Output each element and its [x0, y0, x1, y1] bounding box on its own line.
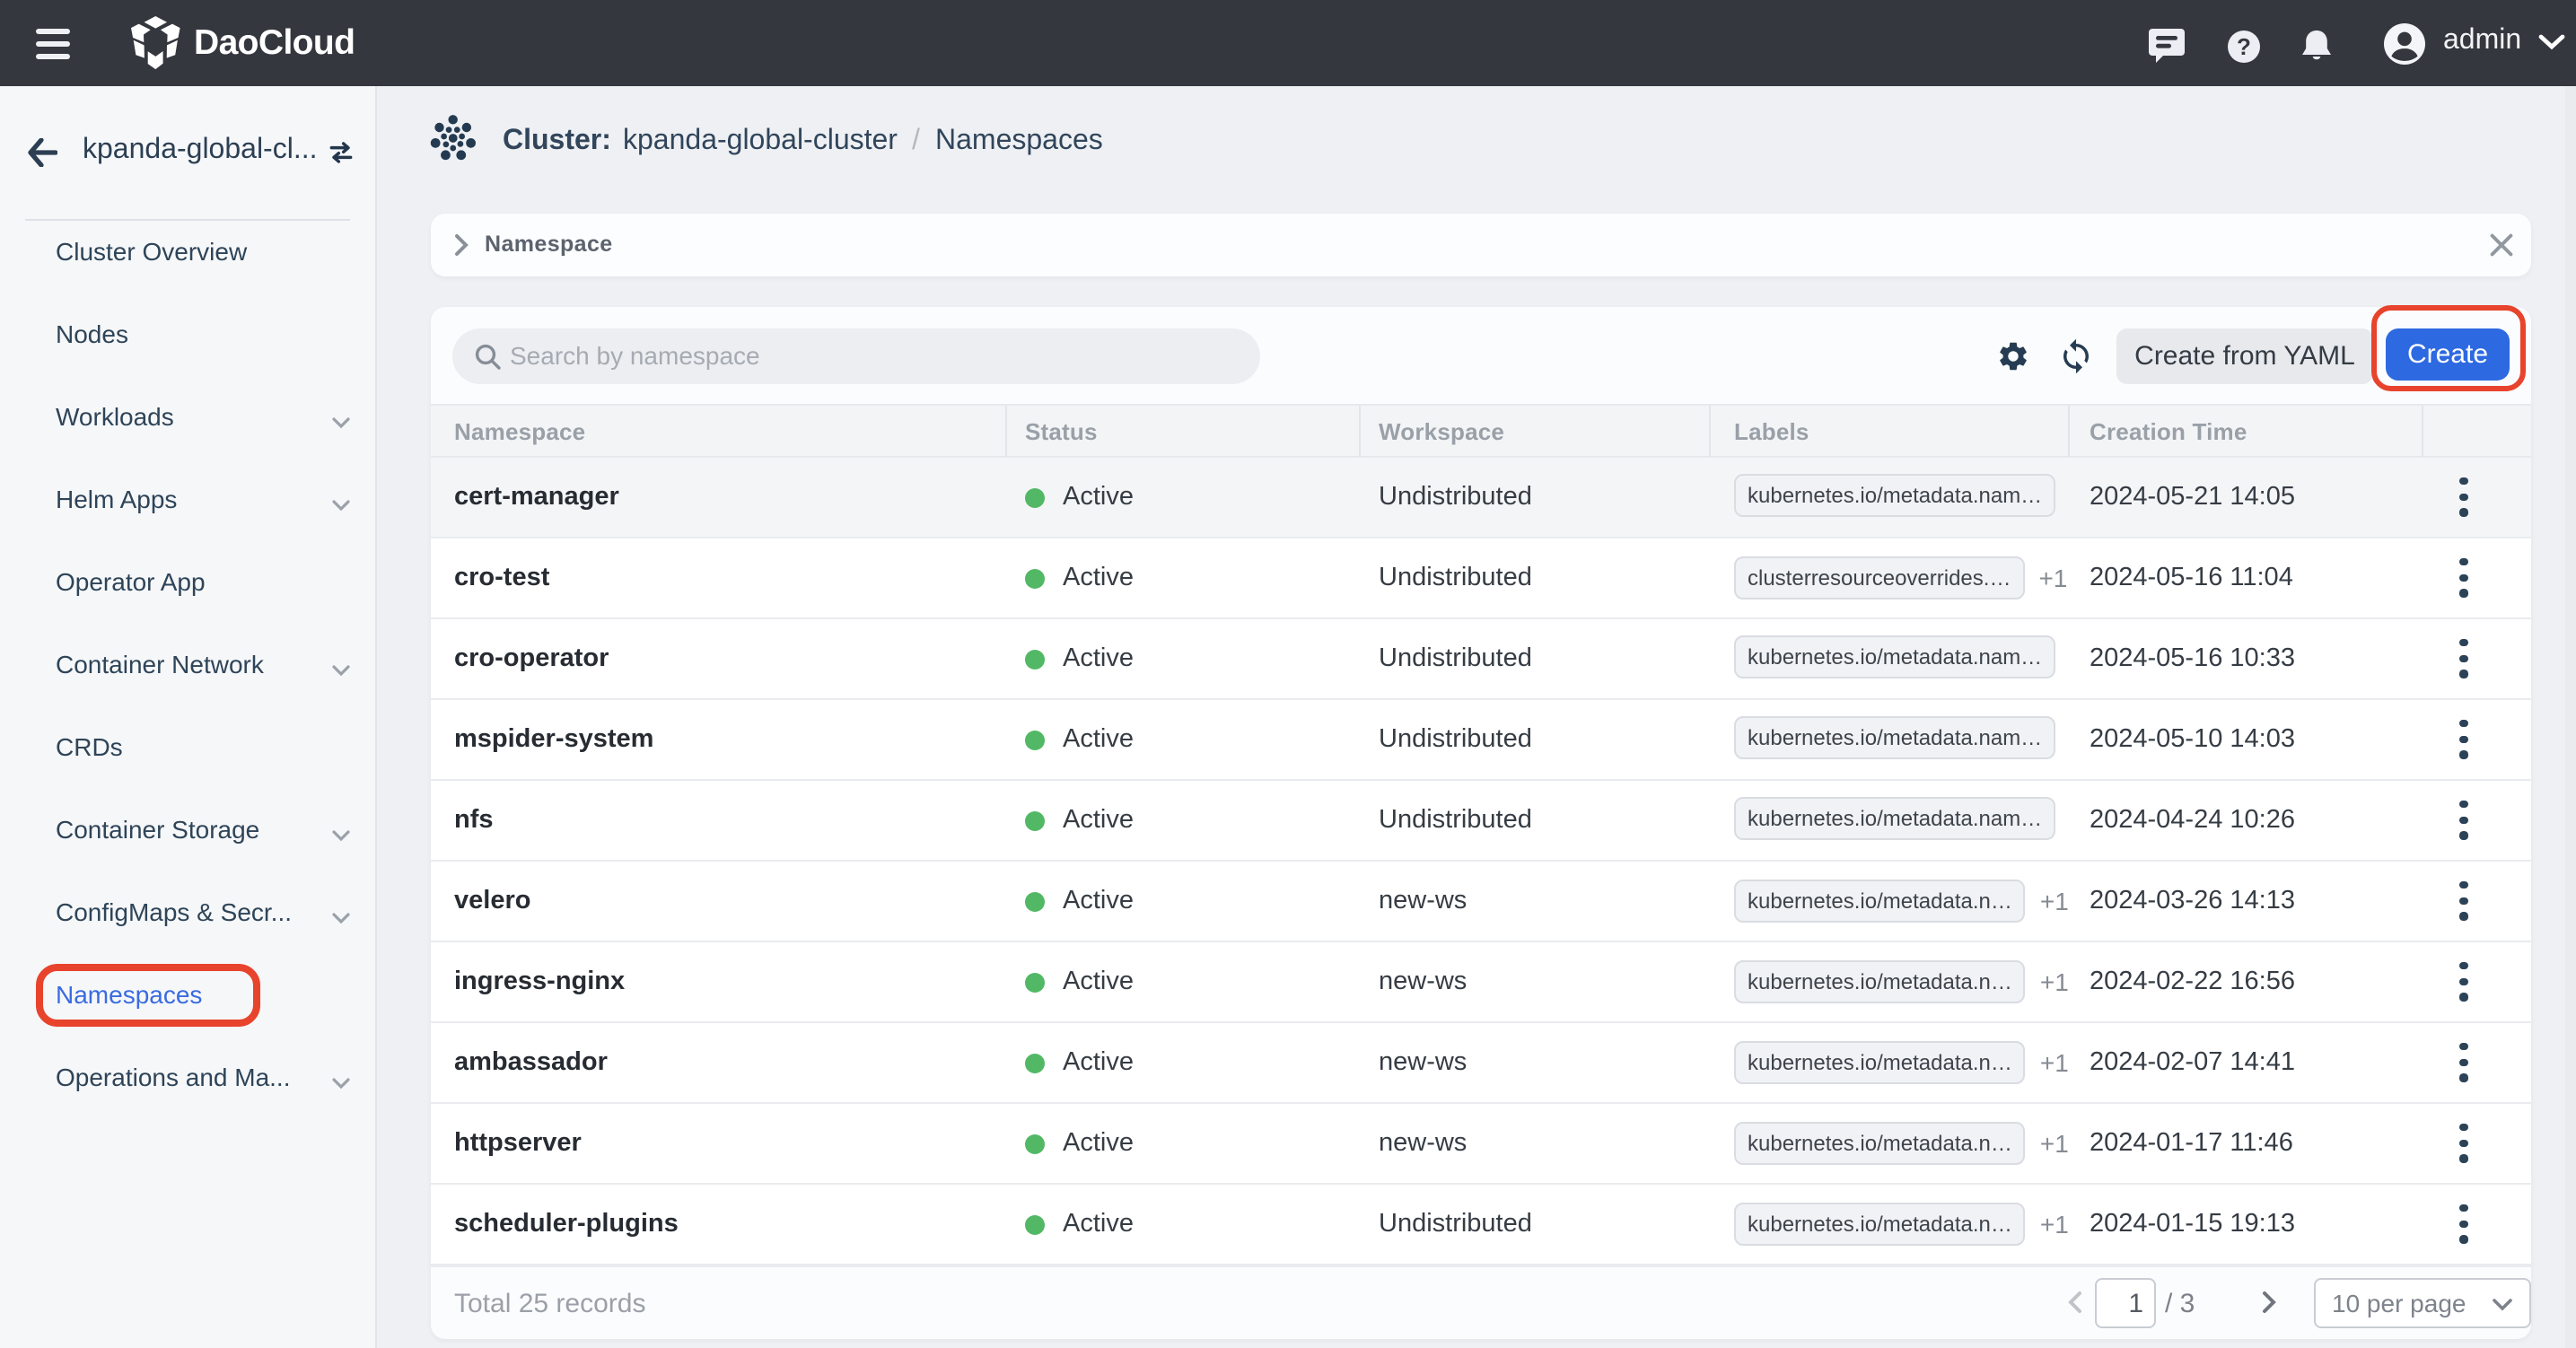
svg-text:?: ?	[2237, 33, 2251, 60]
